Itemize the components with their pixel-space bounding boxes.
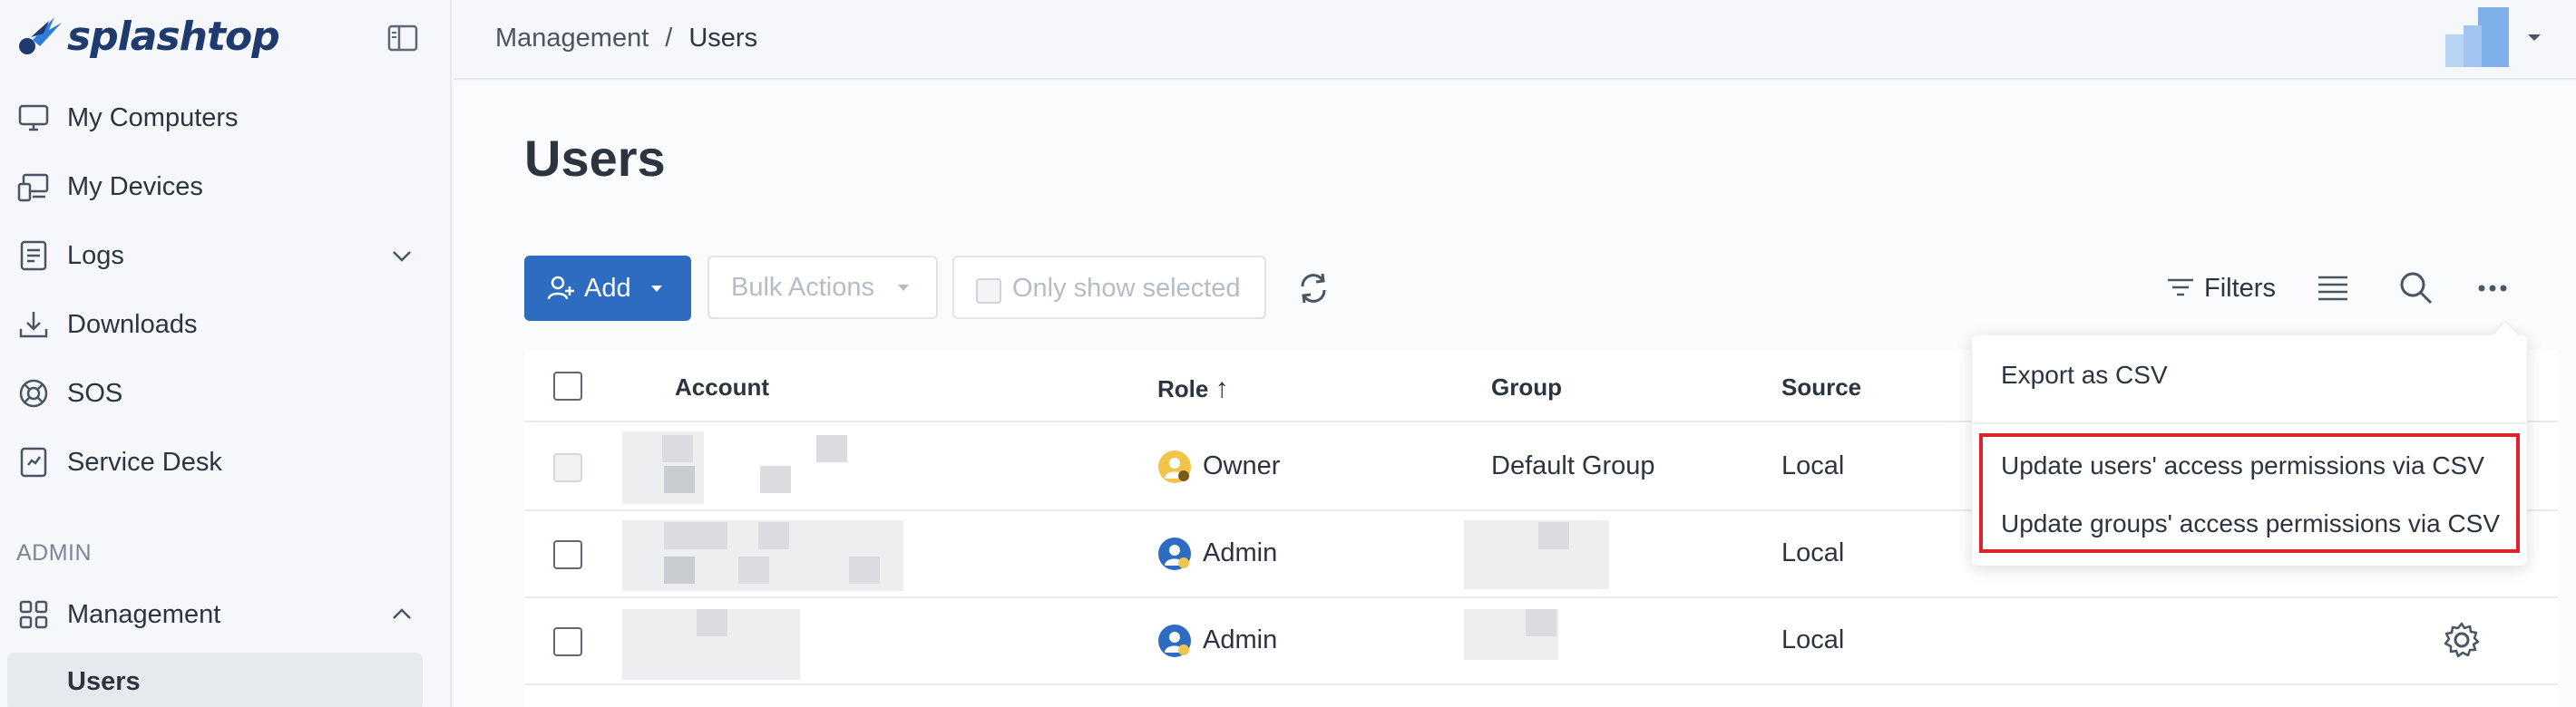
page-title: Users: [524, 130, 666, 187]
breadcrumb-separator: /: [665, 24, 673, 53]
logs-icon: [20, 240, 47, 271]
user-avatar[interactable]: [2445, 7, 2509, 67]
select-all-checkbox[interactable]: [553, 372, 582, 401]
owner-role-icon: [1158, 450, 1191, 483]
row-checkbox: [553, 453, 582, 482]
avatar-caret-icon[interactable]: [2525, 31, 2543, 44]
menu-item-update-groups-permissions[interactable]: Update groups' access permissions via CS…: [2001, 509, 2500, 538]
column-source[interactable]: Source: [1781, 373, 1861, 402]
column-role-label: Role: [1157, 375, 1209, 402]
sort-ascending-icon: ↑: [1215, 373, 1229, 403]
sidebar-item-label: Service Desk: [67, 447, 222, 477]
caret-down-icon: [651, 286, 662, 292]
more-options-icon[interactable]: [2474, 270, 2511, 306]
sidebar-item-downloads[interactable]: Downloads: [0, 297, 452, 352]
chevron-up-icon[interactable]: [388, 601, 415, 628]
brand-name: splashtop: [67, 13, 280, 60]
sidebar-item-users[interactable]: Users: [7, 653, 423, 707]
bulk-actions-label: Bulk Actions: [731, 272, 874, 302]
sidebar-item-logs[interactable]: Logs: [0, 228, 452, 283]
admin-section-label: ADMIN: [16, 540, 93, 566]
splashtop-logo[interactable]: splashtop: [13, 9, 280, 63]
breadcrumb-current: Users: [688, 24, 758, 53]
sidebar-item-label: SOS: [67, 378, 123, 408]
row-checkbox[interactable]: [553, 627, 582, 656]
group-label: Default Group: [1491, 451, 1655, 480]
role-label: Admin: [1203, 538, 1278, 567]
sos-icon: [19, 379, 48, 408]
sidebar-item-management[interactable]: Management: [0, 587, 452, 642]
source-label: Local: [1781, 538, 1845, 567]
source-label: Local: [1781, 451, 1845, 480]
filters-button[interactable]: Filters: [2164, 270, 2276, 306]
top-header: Management / Users: [454, 0, 2576, 80]
filter-icon: [2168, 278, 2193, 296]
service-desk-icon: [20, 447, 47, 478]
chevron-down-icon[interactable]: [388, 242, 415, 269]
sidebar-item-my-computers[interactable]: My Computers: [0, 91, 452, 145]
search-icon[interactable]: [2396, 268, 2435, 306]
sidebar-collapse-icon[interactable]: [385, 20, 421, 56]
sidebar: splashtop My Computers My Devices Logs D…: [0, 0, 452, 707]
row-checkbox[interactable]: [553, 540, 582, 569]
bulk-actions-button[interactable]: Bulk Actions: [707, 256, 938, 319]
menu-item-export-csv[interactable]: Export as CSV: [2001, 361, 2168, 390]
devices-icon: [17, 173, 49, 202]
splashtop-logo-icon: [19, 17, 62, 54]
sidebar-item-label: Management: [67, 599, 221, 629]
menu-item-update-users-permissions[interactable]: Update users' access permissions via CSV: [2001, 451, 2484, 480]
column-group[interactable]: Group: [1491, 373, 1562, 402]
add-button[interactable]: Add: [524, 256, 691, 321]
sidebar-item-label: Downloads: [67, 309, 198, 339]
sidebar-item-sos[interactable]: SOS: [0, 366, 452, 421]
admin-role-icon: [1158, 625, 1191, 657]
refresh-icon[interactable]: [1295, 270, 1332, 306]
monitor-icon: [18, 104, 49, 131]
column-role[interactable]: Role ↑: [1157, 373, 1229, 404]
breadcrumb: Management / Users: [495, 24, 757, 53]
caret-down-icon: [898, 285, 909, 291]
admin-role-icon: [1158, 538, 1191, 570]
menu-divider: [1972, 422, 2527, 424]
role-label: Owner: [1203, 451, 1281, 480]
more-options-menu: Export as CSV Update users' access permi…: [1972, 322, 2527, 566]
table-row[interactable]: Admin Local: [524, 598, 2558, 685]
source-label: Local: [1781, 625, 1845, 654]
sidebar-item-label: My Computers: [67, 102, 239, 132]
breadcrumb-management[interactable]: Management: [495, 24, 649, 53]
gear-icon[interactable]: [2442, 620, 2482, 660]
add-user-icon: [547, 276, 574, 300]
only-show-selected-checkbox[interactable]: [976, 278, 1001, 304]
column-account[interactable]: Account: [675, 373, 769, 402]
add-button-label: Add: [584, 273, 631, 303]
sidebar-item-label: Logs: [67, 240, 124, 270]
grid-icon: [19, 600, 48, 629]
only-show-selected-toggle[interactable]: Only show selected: [952, 256, 1266, 319]
filters-label: Filters: [2204, 273, 2276, 303]
only-show-selected-label: Only show selected: [1012, 274, 1241, 303]
sidebar-item-label: My Devices: [67, 171, 203, 201]
density-icon[interactable]: [2315, 270, 2351, 306]
download-icon: [19, 312, 48, 338]
sidebar-item-my-devices[interactable]: My Devices: [0, 160, 452, 214]
sidebar-item-label: Users: [67, 667, 141, 696]
role-label: Admin: [1203, 625, 1278, 654]
sidebar-item-service-desk[interactable]: Service Desk: [0, 435, 452, 489]
